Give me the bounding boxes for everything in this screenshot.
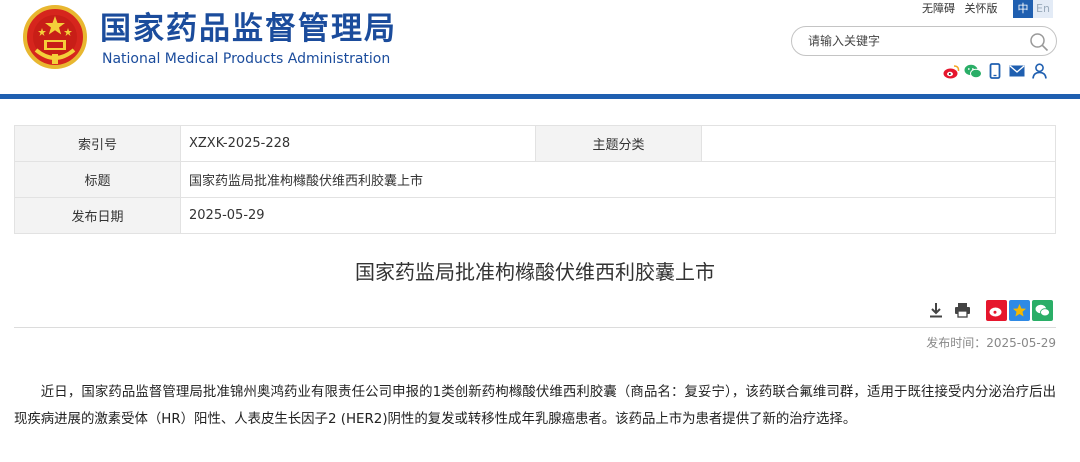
- category-value: [701, 125, 1056, 162]
- share-weibo-icon[interactable]: [986, 300, 1007, 321]
- category-label: 主题分类: [535, 125, 702, 162]
- header-divider: [0, 94, 1080, 99]
- table-row: 标题 国家药监局批准枸橼酸伏维西利胶囊上市: [14, 161, 1056, 198]
- lang-en-button[interactable]: En: [1033, 0, 1053, 18]
- date-value: 2025-05-29: [180, 197, 1056, 234]
- wechat-icon[interactable]: [964, 62, 982, 80]
- index-label: 索引号: [14, 125, 181, 162]
- care-mode-link[interactable]: 关怀版: [965, 2, 998, 15]
- share-buttons: [986, 300, 1053, 321]
- social-links: [942, 62, 1048, 80]
- search-icon[interactable]: [1028, 31, 1050, 53]
- article-tools: [926, 300, 972, 320]
- top-links: 无障碍 关怀版: [922, 1, 1004, 17]
- publish-time: 发布时间：2025-05-29: [926, 336, 1056, 350]
- title-value: 国家药监局批准枸橼酸伏维西利胶囊上市: [180, 161, 1056, 198]
- language-switch: 中 En: [1013, 0, 1053, 18]
- search-box: [791, 26, 1057, 56]
- article-divider: [14, 327, 1056, 328]
- mobile-icon[interactable]: [986, 62, 1004, 80]
- title-label: 标题: [14, 161, 181, 198]
- share-wechat-icon[interactable]: [1032, 300, 1053, 321]
- site-title-en[interactable]: National Medical Products Administration: [102, 50, 390, 68]
- table-row: 发布日期 2025-05-29: [14, 197, 1056, 234]
- table-row: 索引号 XZXK-2025-228 主题分类: [14, 125, 1056, 162]
- article-body: 近日，国家药品监督管理局批准锦州奥鸿药业有限责任公司申报的1类创新药枸橼酸伏维西…: [14, 385, 1056, 427]
- index-value: XZXK-2025-228: [180, 125, 536, 162]
- weibo-icon[interactable]: [942, 62, 960, 80]
- print-icon[interactable]: [952, 300, 972, 320]
- lang-zh-button[interactable]: 中: [1013, 0, 1033, 18]
- national-emblem-icon[interactable]: [22, 4, 88, 70]
- site-header: 国家药品监督管理局 National Medical Products Admi…: [0, 0, 1080, 99]
- date-label: 发布日期: [14, 197, 181, 234]
- user-icon[interactable]: [1030, 62, 1048, 80]
- download-icon[interactable]: [926, 300, 946, 320]
- accessibility-link[interactable]: 无障碍: [922, 2, 955, 15]
- mail-icon[interactable]: [1008, 62, 1026, 80]
- search-input[interactable]: [808, 32, 1018, 50]
- article-title: 国家药监局批准枸橼酸伏维西利胶囊上市: [355, 260, 715, 284]
- share-qzone-icon[interactable]: [1009, 300, 1030, 321]
- article-info-table: 索引号 XZXK-2025-228 主题分类 标题 国家药监局批准枸橼酸伏维西利…: [14, 125, 1056, 234]
- site-title-cn[interactable]: 国家药品监督管理局: [100, 10, 397, 48]
